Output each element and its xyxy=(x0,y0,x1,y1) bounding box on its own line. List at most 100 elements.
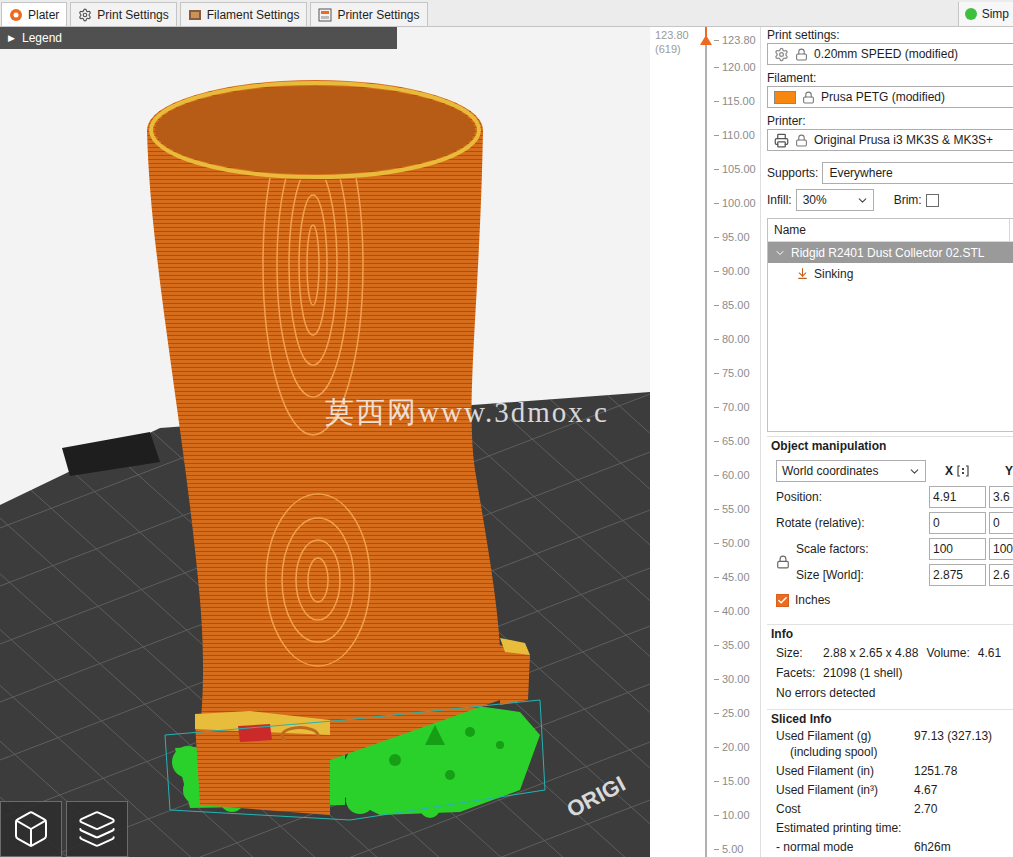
sliced-label: Estimated printing time: xyxy=(776,820,914,836)
section-title: Info xyxy=(767,625,1013,643)
cup-rim xyxy=(151,83,479,177)
object-bounding-box xyxy=(165,700,545,820)
tab-label: Printer Settings xyxy=(337,8,419,22)
slider-thumb[interactable] xyxy=(700,35,712,45)
tick-mark xyxy=(714,611,719,612)
tick-mark xyxy=(714,339,719,340)
preview-button[interactable] xyxy=(66,801,128,857)
tick-label: 75.00 xyxy=(722,366,750,380)
tick-mark xyxy=(714,169,719,170)
tick-label: 50.00 xyxy=(722,536,750,550)
number-field[interactable]: 100 xyxy=(989,538,1013,560)
tick-mark xyxy=(714,135,719,136)
column-header[interactable]: Name xyxy=(768,219,1010,241)
info-line: Size:2.88 x 2.65 x 4.88Volume:4.61 xyxy=(776,643,1013,663)
tick: 105.00 xyxy=(714,162,760,196)
base-right-top xyxy=(500,638,530,655)
object-manipulation: Object manipulationWorld coordinatesXYPo… xyxy=(767,436,1013,609)
tab[interactable]: Print Settings xyxy=(70,2,176,26)
number-field[interactable]: 2.875 xyxy=(929,564,986,586)
info-pair: Size:2.88 x 2.65 x 4.88 xyxy=(776,646,918,660)
view-buttons xyxy=(0,801,128,857)
plater-icon xyxy=(9,8,23,22)
number-field[interactable]: 3.6 xyxy=(989,486,1013,508)
cup-body[interactable] xyxy=(147,130,501,760)
tick-mark xyxy=(714,407,719,408)
sidebar: Print settings:0.20mm SPEED (modified)Fi… xyxy=(760,27,1013,857)
info-line: Facets:21098 (1 shell) xyxy=(776,663,1013,683)
preset-combo[interactable]: Original Prusa i3 MK3S & MK3S+ xyxy=(767,129,1013,151)
supports-value: Everywhere xyxy=(829,166,892,180)
tick-label: 55.00 xyxy=(722,502,750,516)
tab[interactable]: Plater xyxy=(1,2,67,26)
brim-checkbox[interactable] xyxy=(926,194,939,207)
tick-mark xyxy=(714,543,719,544)
tick-mark xyxy=(714,645,719,646)
tick-label: 40.00 xyxy=(722,604,750,618)
preset-label: Filament: xyxy=(767,70,1013,86)
tick: 65.00 xyxy=(714,434,760,468)
object-row[interactable]: Sinking xyxy=(768,263,1013,284)
tab[interactable]: Printer Settings xyxy=(310,2,427,26)
sliced-label: - normal mode xyxy=(776,839,914,855)
tick-label: 123.80 xyxy=(722,33,756,47)
tab-label: Plater xyxy=(28,8,59,22)
chevron-down-icon xyxy=(856,194,869,207)
tick: 123.80 xyxy=(714,33,760,60)
gear-icon xyxy=(78,8,92,22)
tick-label: 120.00 xyxy=(722,60,756,74)
3d-viewport[interactable]: ORIGI▶Legend莫西网www.3dmox.c xyxy=(0,27,650,857)
mode-switch[interactable]: Simp xyxy=(958,2,1013,26)
tick: 115.00 xyxy=(714,94,760,128)
cube-icon xyxy=(11,809,51,849)
tab[interactable]: Filament Settings xyxy=(180,2,308,26)
number-field[interactable]: 0 xyxy=(989,512,1013,534)
coordinates-select[interactable]: World coordinates xyxy=(776,460,926,482)
lock-icon xyxy=(795,48,808,61)
number-field[interactable]: 2.6 xyxy=(989,564,1013,586)
preset-combo[interactable]: 0.20mm SPEED (modified) xyxy=(767,43,1013,65)
number-field[interactable]: 100 xyxy=(929,538,986,560)
drop-to-bed-icon[interactable] xyxy=(957,465,969,477)
info-value: 4.61 xyxy=(978,646,1001,660)
infill-select[interactable]: 30% xyxy=(796,189,874,211)
tick-mark xyxy=(714,40,719,41)
axis-label: Y xyxy=(1005,464,1013,478)
tab-label: Filament Settings xyxy=(207,8,300,22)
supports-select[interactable]: Everywhere xyxy=(822,162,1013,184)
inches-checkbox[interactable] xyxy=(776,594,789,607)
object-name: Sinking xyxy=(814,267,853,281)
tick-mark xyxy=(714,475,719,476)
tab-bar: Plater Print Settings Filament Settings Pri… xyxy=(0,0,1013,27)
info-body: Size:2.88 x 2.65 x 4.88Volume:4.61Facets… xyxy=(767,643,1013,703)
tick-mark xyxy=(714,373,719,374)
tick: 45.00 xyxy=(714,570,760,604)
3d-view-button[interactable] xyxy=(0,801,62,857)
number-field[interactable]: 4.91 xyxy=(929,486,986,508)
slider-track[interactable] xyxy=(698,27,714,857)
axis-header: Y xyxy=(989,464,1013,478)
sliced-value: 6h26m xyxy=(914,839,1013,855)
layer-slider: 123.80(619)123.80120.00115.00110.00105.0… xyxy=(650,27,760,857)
layer-readout: 123.80(619) xyxy=(650,27,698,857)
sliced-value: 97.13 (327.13) xyxy=(914,728,1013,760)
number-field[interactable]: 0 xyxy=(929,512,986,534)
tick-mark xyxy=(714,713,719,714)
info-value: 2.88 x 2.65 x 4.88 xyxy=(823,646,918,660)
sliced-label: Cost xyxy=(776,801,914,817)
object-list: NameRidgid R2401 Dust Collector 02.STL Si… xyxy=(767,218,1013,432)
sliced-info-section: Sliced InfoUsed Filament (g)(including s… xyxy=(767,709,1013,855)
preset-value: Prusa PETG (modified) xyxy=(821,90,945,104)
tick-label: 15.00 xyxy=(722,774,750,788)
tick: 30.00 xyxy=(714,672,760,706)
scale-lock[interactable] xyxy=(776,555,796,569)
info-label: Facets: xyxy=(776,666,823,680)
object-row[interactable]: Ridgid R2401 Dust Collector 02.STL xyxy=(768,242,1013,263)
info-value: 21098 (1 shell) xyxy=(823,666,902,680)
legend-bar[interactable]: ▶Legend xyxy=(0,27,397,49)
info-label: Size: xyxy=(776,646,823,660)
expand-chevron-icon[interactable] xyxy=(774,247,786,259)
preset-combo[interactable]: Prusa PETG (modified) xyxy=(767,86,1013,108)
tick-mark xyxy=(714,815,719,816)
3d-scene[interactable]: ORIGI xyxy=(0,27,650,857)
